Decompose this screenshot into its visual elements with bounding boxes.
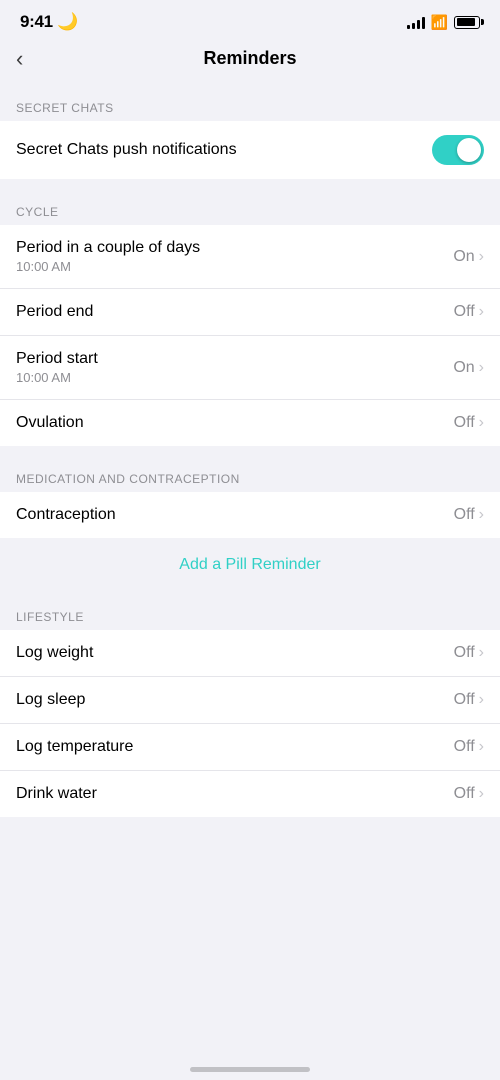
back-button[interactable]: ‹	[16, 48, 23, 70]
chevron-icon-ovulation: ›	[479, 414, 484, 432]
section-header-cycle: CYCLE	[0, 187, 500, 225]
chevron-icon-log-temperature: ›	[479, 738, 484, 756]
home-indicator	[190, 1067, 310, 1072]
chevron-icon-period-couple-days: ›	[479, 248, 484, 266]
status-time: 9:41 🌙	[20, 12, 78, 32]
row-value-log-weight: Off	[454, 644, 475, 662]
row-period-end[interactable]: Period end Off›	[0, 289, 500, 336]
row-right-contraception: Off›	[454, 506, 484, 524]
row-right-drink-water: Off›	[454, 785, 484, 803]
section-card-medication: Contraception Off›	[0, 492, 500, 538]
row-contraception[interactable]: Contraception Off›	[0, 492, 500, 538]
row-period-start[interactable]: Period start 10:00 AM On ›	[0, 336, 500, 400]
row-log-weight[interactable]: Log weight Off›	[0, 630, 500, 677]
section-header-medication: MEDICATION AND CONTRACEPTION	[0, 454, 500, 492]
row-drink-water[interactable]: Drink water Off›	[0, 771, 500, 817]
row-log-sleep[interactable]: Log sleep Off›	[0, 677, 500, 724]
row-title-ovulation: Ovulation	[16, 414, 84, 432]
row-title-secret-chats-push: Secret Chats push notifications	[16, 141, 237, 159]
row-subtitle-period-start: 10:00 AM	[16, 370, 98, 385]
battery-icon	[454, 16, 480, 29]
row-title-period-couple-days: Period in a couple of days	[16, 239, 200, 257]
row-log-temperature[interactable]: Log temperature Off›	[0, 724, 500, 771]
add-pill-reminder-link[interactable]: Add a Pill Reminder	[179, 556, 320, 574]
row-right-log-sleep: Off›	[454, 691, 484, 709]
status-bar: 9:41 🌙 📶	[0, 0, 500, 38]
section-header-secret-chats: SECRET CHATS	[0, 83, 500, 121]
status-icons: 📶	[407, 14, 480, 31]
row-title-log-sleep: Log sleep	[16, 691, 85, 709]
row-title-period-end: Period end	[16, 303, 93, 321]
section-card-lifestyle: Log weightOff›Log sleepOff›Log temperatu…	[0, 630, 500, 817]
row-value-log-sleep: Off	[454, 691, 475, 709]
row-right-secret-chats-push	[432, 135, 484, 165]
row-value-period-end: Off	[454, 303, 475, 321]
row-ovulation[interactable]: Ovulation Off›	[0, 400, 500, 446]
row-value-period-couple-days: On	[453, 248, 474, 266]
row-title-drink-water: Drink water	[16, 785, 97, 803]
row-value-contraception: Off	[454, 506, 475, 524]
row-value-period-start: On	[453, 359, 474, 377]
section-card-cycle: Period in a couple of days10:00 AMOn›Per…	[0, 225, 500, 446]
chevron-icon-log-sleep: ›	[479, 691, 484, 709]
chevron-icon-contraception: ›	[479, 506, 484, 524]
chevron-icon-drink-water: ›	[479, 785, 484, 803]
pill-reminder-row: Add a Pill Reminder	[0, 538, 500, 592]
row-right-log-temperature: Off›	[454, 738, 484, 756]
row-title-log-temperature: Log temperature	[16, 738, 133, 756]
row-title-contraception: Contraception	[16, 506, 116, 524]
row-secret-chats-push[interactable]: Secret Chats push notifications	[0, 121, 500, 179]
page-title: Reminders	[203, 48, 296, 69]
row-value-log-temperature: Off	[454, 738, 475, 756]
section-card-secret-chats: Secret Chats push notifications	[0, 121, 500, 179]
row-right-period-start: On ›	[453, 359, 484, 377]
row-right-period-couple-days: On ›	[453, 248, 484, 266]
row-title-log-weight: Log weight	[16, 644, 93, 662]
wifi-icon: 📶	[431, 14, 448, 31]
nav-header: ‹ Reminders	[0, 38, 500, 83]
row-period-couple-days[interactable]: Period in a couple of days 10:00 AM On ›	[0, 225, 500, 289]
signal-icon	[407, 15, 425, 29]
row-subtitle-period-couple-days: 10:00 AM	[16, 259, 200, 274]
toggle-secret-chats-push[interactable]	[432, 135, 484, 165]
section-header-lifestyle: LIFESTYLE	[0, 592, 500, 630]
chevron-icon-log-weight: ›	[479, 644, 484, 662]
row-right-period-end: Off›	[454, 303, 484, 321]
row-value-drink-water: Off	[454, 785, 475, 803]
row-value-ovulation: Off	[454, 414, 475, 432]
chevron-icon-period-end: ›	[479, 303, 484, 321]
chevron-icon-period-start: ›	[479, 359, 484, 377]
row-right-log-weight: Off›	[454, 644, 484, 662]
row-right-ovulation: Off›	[454, 414, 484, 432]
row-title-period-start: Period start	[16, 350, 98, 368]
